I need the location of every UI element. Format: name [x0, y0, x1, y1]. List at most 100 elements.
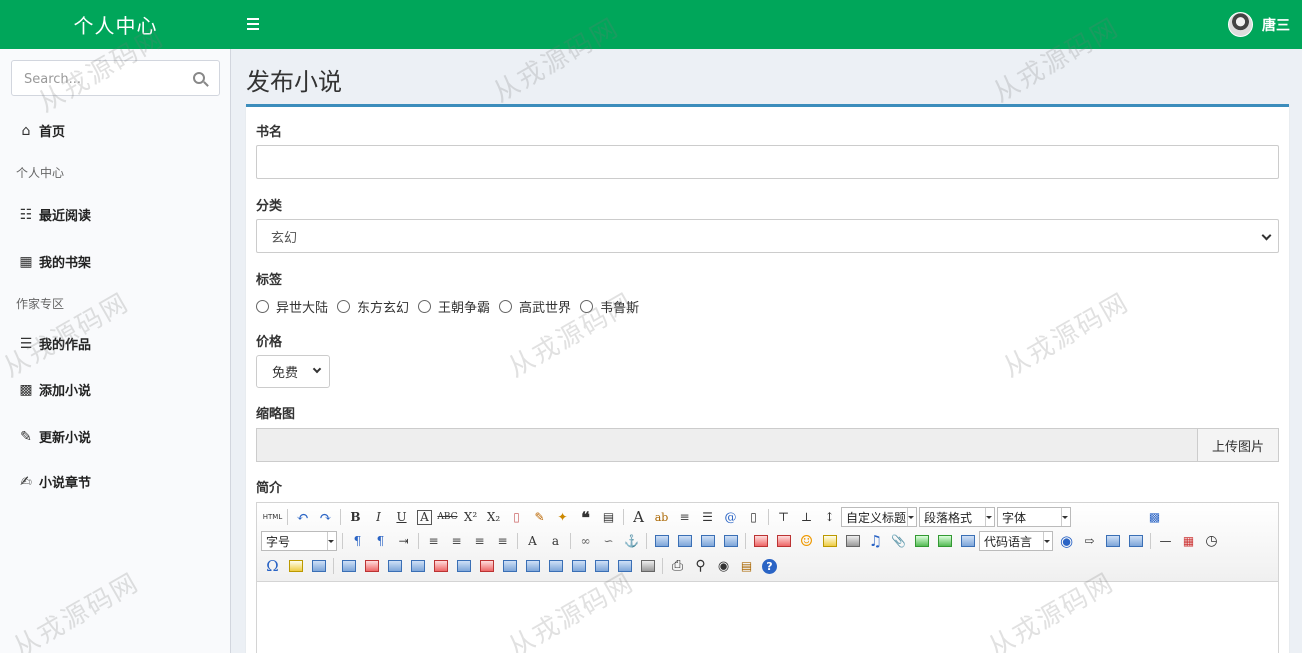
price-select[interactable]: 免费 [256, 355, 330, 388]
help-icon[interactable]: ? [762, 558, 777, 574]
wordimage-icon[interactable] [284, 556, 307, 576]
fullscreen-icon[interactable]: ▩ [1143, 507, 1166, 527]
search-replace-icon[interactable]: ◉ [712, 556, 735, 576]
eraser-icon[interactable]: ▯ [505, 507, 528, 527]
insert-code-icon[interactable] [307, 556, 330, 576]
insert-video-icon[interactable] [841, 531, 864, 551]
book-name-input[interactable] [256, 145, 1279, 179]
radio-icon[interactable] [337, 300, 351, 313]
select-all-icon[interactable]: ▯ [742, 507, 765, 527]
indent-icon[interactable]: ⇥ [392, 531, 415, 551]
sidebar-item-bookshelf[interactable]: ▦ 我的书架 [18, 252, 91, 272]
drafts-icon[interactable]: ▤ [735, 556, 758, 576]
ordered-list-icon[interactable]: ≡ [673, 507, 696, 527]
print-icon[interactable]: ⎙ [666, 556, 689, 576]
font-color-icon[interactable]: A [627, 507, 650, 527]
rtl-direction-icon[interactable]: ¶ [369, 531, 392, 551]
preview-icon[interactable]: ⚲ [689, 556, 712, 576]
row-spacing-top-icon[interactable]: ⊤ [772, 507, 795, 527]
link-icon[interactable]: ∞ [574, 531, 597, 551]
special-char-icon[interactable]: Ω [261, 556, 284, 576]
split-to-cols-icon[interactable] [613, 556, 636, 576]
uppercase-icon[interactable]: A [521, 531, 544, 551]
user-menu[interactable]: 唐三 [1228, 0, 1290, 49]
sidebar-item-home[interactable]: ⌂ 首页 [18, 121, 65, 141]
undo-icon[interactable]: ↶ [291, 507, 314, 527]
image-right-icon[interactable] [696, 531, 719, 551]
horizontal-rule-icon[interactable]: — [1154, 531, 1177, 551]
tag-radio[interactable]: 韦鲁斯 [580, 297, 639, 316]
sidebar-item-chapters[interactable]: ✍ 小说章节 [18, 472, 91, 492]
lowercase-icon[interactable]: a [544, 531, 567, 551]
search-input[interactable] [24, 69, 184, 89]
delete-col-icon[interactable] [475, 556, 498, 576]
menu-toggle-icon[interactable] [242, 13, 264, 35]
ltr-direction-icon[interactable]: ¶ [346, 531, 369, 551]
tag-radio[interactable]: 异世大陆 [256, 297, 328, 316]
insert-row-icon[interactable] [406, 556, 429, 576]
strikethrough-icon[interactable]: ABC [436, 507, 459, 527]
superscript-icon[interactable]: X² [459, 507, 482, 527]
background-icon[interactable] [1124, 531, 1147, 551]
auto-format-icon[interactable]: @ [719, 507, 742, 527]
time-icon[interactable]: ◷ [1200, 531, 1223, 551]
background-color-icon[interactable]: ab [650, 507, 673, 527]
sidebar-item-my-works[interactable]: ☰ 我的作品 [18, 334, 91, 354]
merge-cells-icon[interactable] [498, 556, 521, 576]
radio-icon[interactable] [256, 300, 269, 313]
insert-table-icon[interactable] [337, 556, 360, 576]
italic-icon[interactable]: I [367, 507, 390, 527]
google-map-icon[interactable] [933, 531, 956, 551]
unlink-icon[interactable]: ∽ [597, 531, 620, 551]
emoticon-icon[interactable]: ☺ [795, 531, 818, 551]
insert-col-icon[interactable] [452, 556, 475, 576]
sidebar-item-update-novel[interactable]: ✎ 更新小说 [18, 427, 91, 447]
format-brush-icon[interactable]: ✎ [528, 507, 551, 527]
upload-image-button[interactable]: 上传图片 [1197, 428, 1279, 462]
brand-title[interactable]: 个人中心 [0, 0, 231, 49]
insert-paragraph-before-table-icon[interactable] [383, 556, 406, 576]
paste-plain-icon[interactable]: ▤ [597, 507, 620, 527]
category-select[interactable]: 玄幻 [256, 219, 1279, 253]
thumbnail-path-field[interactable] [256, 428, 1198, 462]
user-name[interactable]: 唐三 [1262, 15, 1290, 35]
code-language-select[interactable]: 代码语言 [979, 531, 1053, 551]
subscript-icon[interactable]: X₂ [482, 507, 505, 527]
underline-icon[interactable]: U [390, 507, 413, 527]
tag-radio[interactable]: 王朝争霸 [418, 297, 490, 316]
blockquote-icon[interactable]: ❝ [574, 507, 597, 527]
align-left-icon[interactable]: ≡ [422, 531, 445, 551]
insert-frame-icon[interactable] [956, 531, 979, 551]
page-break-icon[interactable]: ⇨ [1078, 531, 1101, 551]
radio-icon[interactable] [418, 300, 432, 313]
align-justify-icon[interactable]: ≡ [491, 531, 514, 551]
row-spacing-bottom-icon[interactable]: ⊥ [795, 507, 818, 527]
music-icon[interactable]: ♫ [864, 531, 887, 551]
align-right-icon[interactable]: ≡ [468, 531, 491, 551]
image-left-icon[interactable] [673, 531, 696, 551]
scrawl-icon[interactable] [818, 531, 841, 551]
web-app-icon[interactable]: ◉ [1055, 531, 1078, 551]
radio-icon[interactable] [580, 300, 594, 313]
delete-table-icon[interactable] [360, 556, 383, 576]
html-source-button[interactable]: HTML [261, 507, 284, 527]
editor-body[interactable] [257, 583, 1278, 653]
unordered-list-icon[interactable]: ☰ [696, 507, 719, 527]
redo-icon[interactable]: ↷ [314, 507, 337, 527]
magic-wand-icon[interactable]: ✦ [551, 507, 574, 527]
search-icon[interactable] [193, 72, 205, 84]
font-family-select[interactable]: 字体 [997, 507, 1071, 527]
tag-radio[interactable]: 高武世界 [499, 297, 571, 316]
insert-image-icon[interactable] [772, 531, 795, 551]
align-center-icon[interactable]: ≡ [445, 531, 468, 551]
simple-upload-icon[interactable] [749, 531, 772, 551]
map-icon[interactable] [910, 531, 933, 551]
merge-right-icon[interactable] [521, 556, 544, 576]
font-border-icon[interactable]: A [417, 509, 432, 525]
split-to-rows-icon[interactable] [590, 556, 613, 576]
radio-icon[interactable] [499, 300, 513, 313]
bold-icon[interactable]: B [344, 507, 367, 527]
image-none-icon[interactable] [650, 531, 673, 551]
sidebar-item-add-novel[interactable]: ▩ 添加小说 [18, 380, 91, 400]
paragraph-format-select[interactable]: 段落格式 [919, 507, 995, 527]
